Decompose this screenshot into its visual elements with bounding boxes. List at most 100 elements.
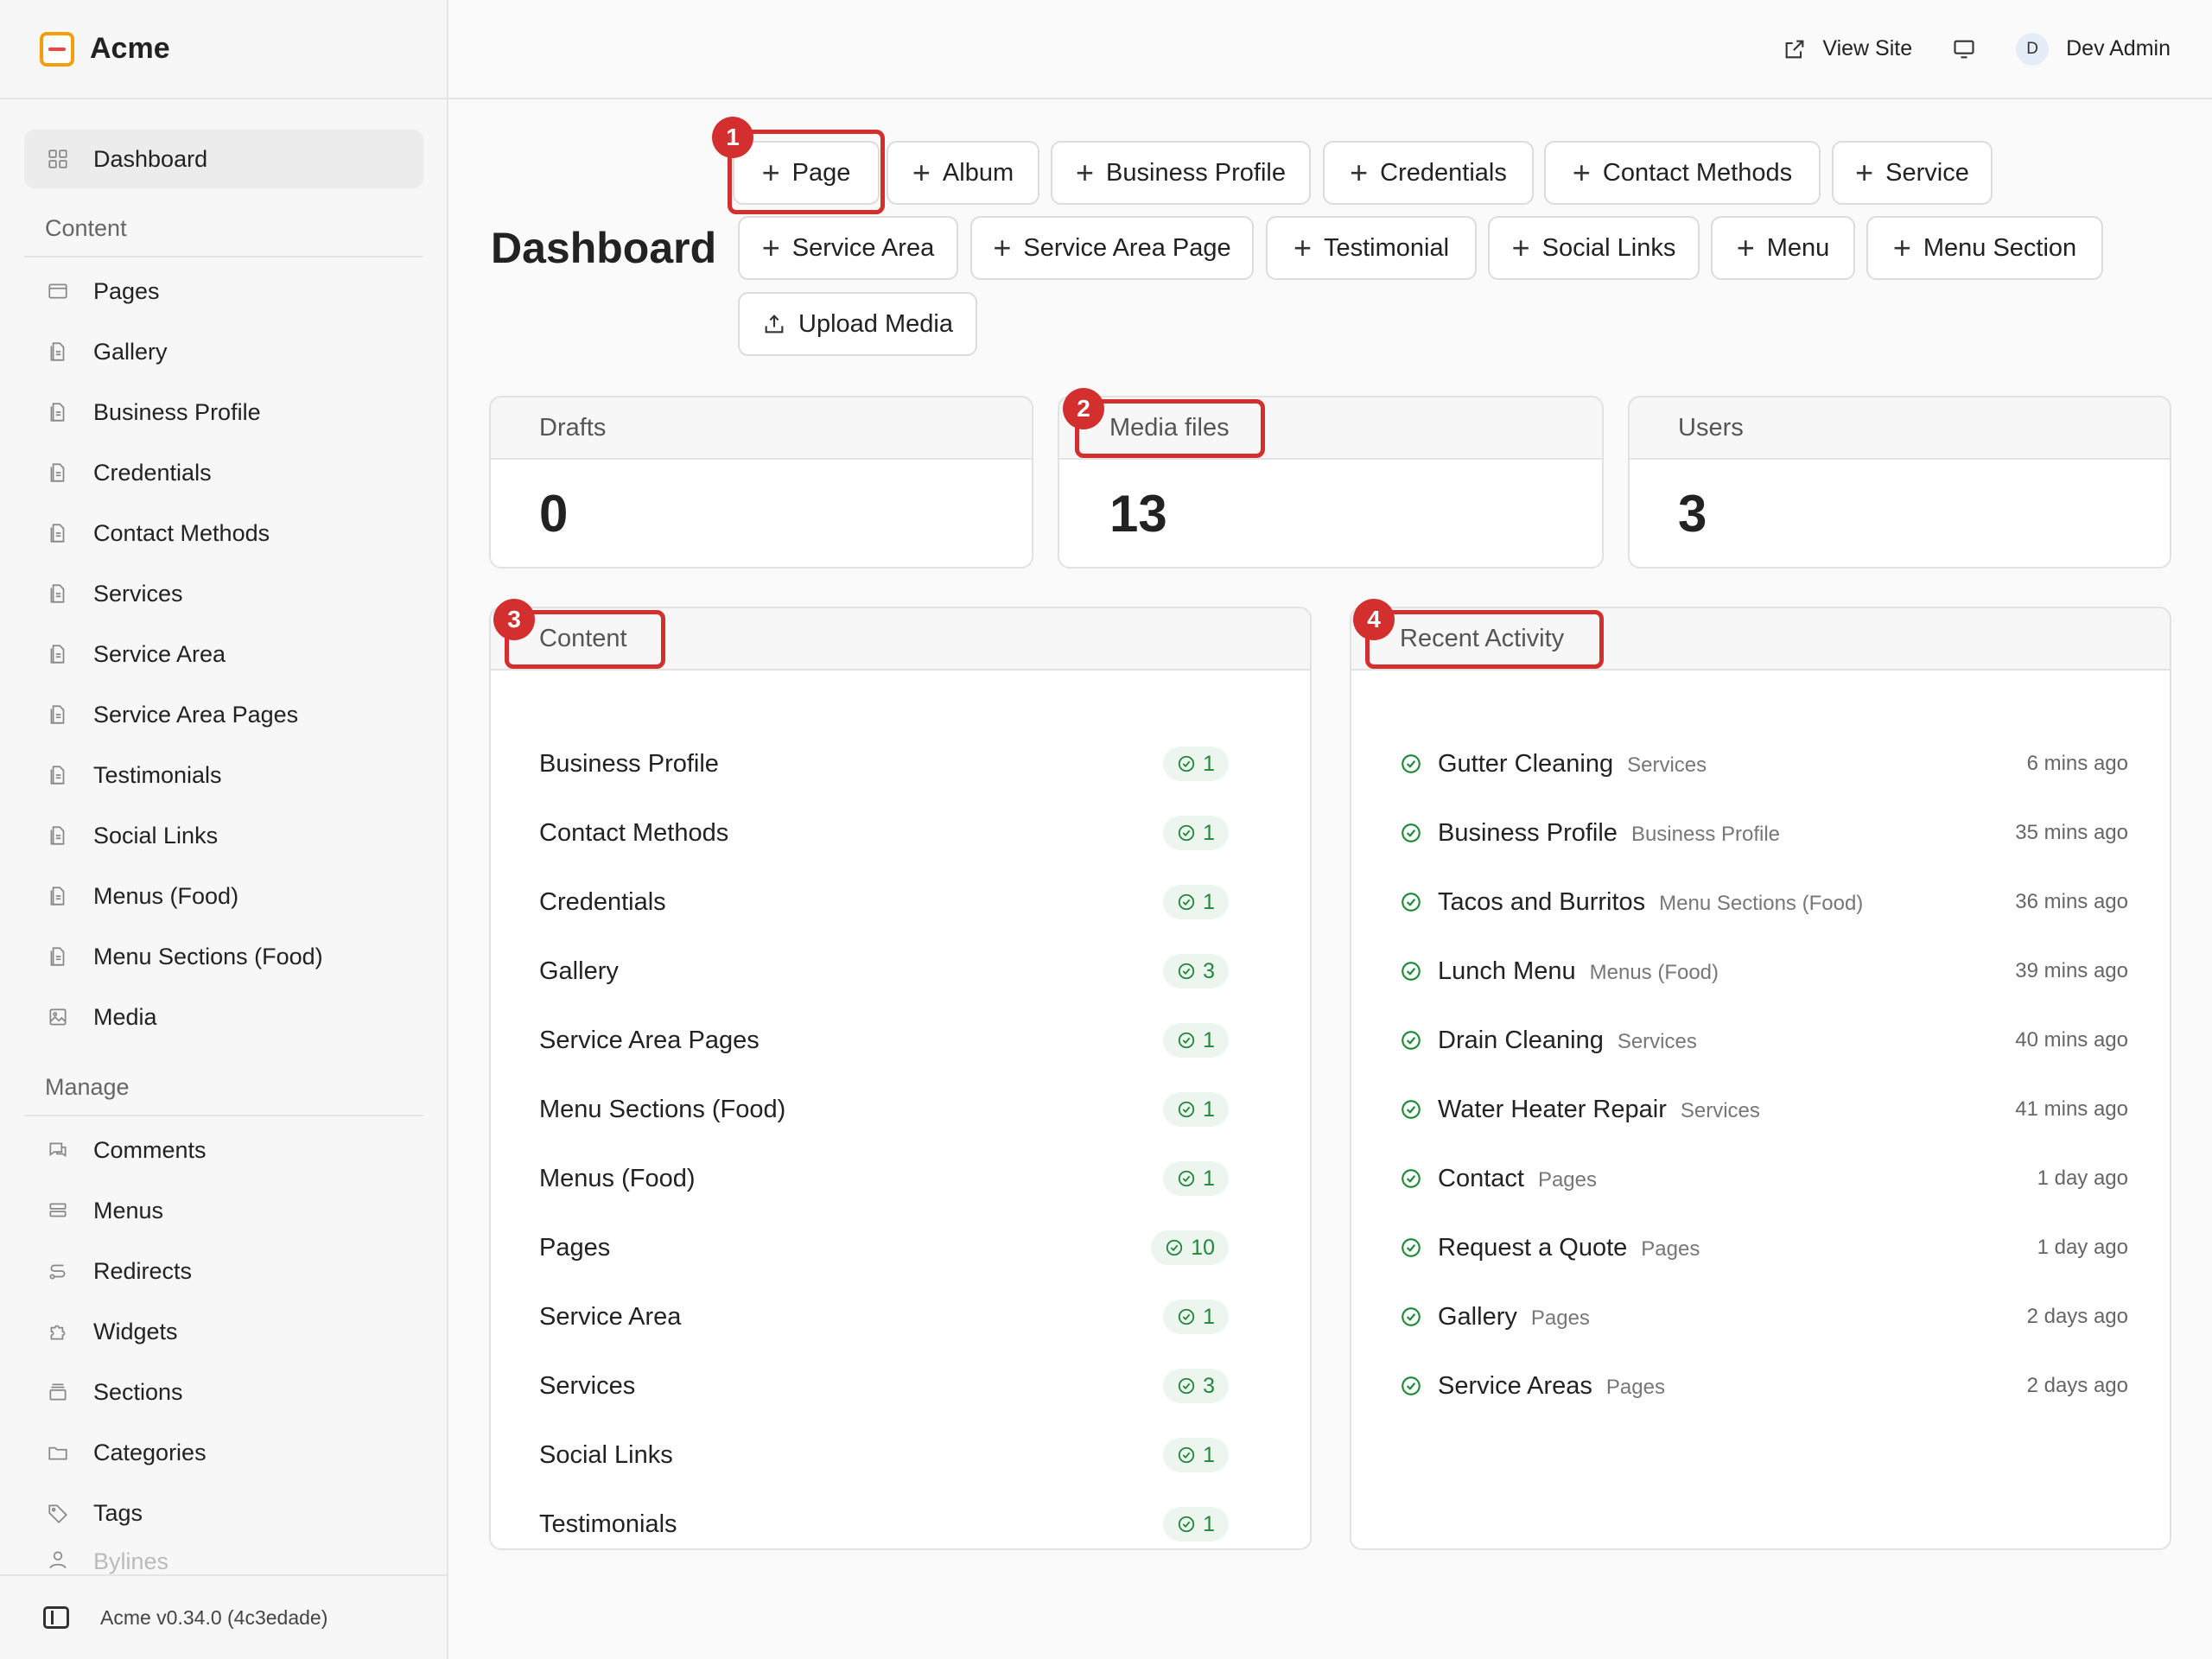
activity-item[interactable]: Lunch Menu Menus (Food) 39 mins ago xyxy=(1351,937,2170,1006)
plus-icon: + xyxy=(1511,230,1530,265)
new-album-button[interactable]: + Album xyxy=(887,141,1039,205)
activity-item[interactable]: Service Areas Pages 2 days ago xyxy=(1351,1351,2170,1421)
activity-item[interactable]: Business Profile Business Profile 35 mins … xyxy=(1351,798,2170,868)
user-menu[interactable]: D Dev Admin xyxy=(2016,32,2171,66)
activity-item[interactable]: Water Heater Repair Services 41 mins ago xyxy=(1351,1075,2170,1144)
sidebar-item-media[interactable]: Media xyxy=(24,987,423,1047)
sidebar-item-label: Tags xyxy=(93,1499,143,1526)
plus-icon: + xyxy=(1076,155,1095,190)
sidebar-item-redirects[interactable]: Redirects xyxy=(24,1241,423,1301)
new-contact-methods-button[interactable]: + Contact Methods xyxy=(1544,141,1821,205)
list-item[interactable]: Service Area Pages 1 xyxy=(491,1006,1310,1075)
list-item[interactable]: Social Links 1 xyxy=(491,1421,1310,1490)
sidebar-item-contact-methods[interactable]: Contact Methods xyxy=(24,503,423,563)
list-item[interactable]: Menu Sections (Food) 1 xyxy=(491,1075,1310,1144)
new-menu-button[interactable]: + Menu xyxy=(1711,216,1855,280)
new-menu-section-button[interactable]: + Menu Section xyxy=(1866,216,2103,280)
activity-item[interactable]: Request a Quote Pages 1 day ago xyxy=(1351,1213,2170,1282)
plus-icon: + xyxy=(1892,230,1911,265)
new-service-button[interactable]: + Service xyxy=(1832,141,1993,205)
document-icon xyxy=(47,885,69,907)
list-item[interactable]: Credentials 1 xyxy=(491,868,1310,937)
callout-box-4 xyxy=(1365,610,1604,669)
document-icon xyxy=(47,401,69,423)
sections-icon xyxy=(47,1381,69,1403)
activity-item[interactable]: Tacos and Burritos Menu Sections (Food) 36… xyxy=(1351,868,2170,937)
sidebar-section-content: Content xyxy=(24,188,423,257)
sidebar-item-social-links[interactable]: Social Links xyxy=(24,805,423,866)
sidebar-item-label: Widgets xyxy=(93,1318,178,1344)
sidebar-item-label: Contact Methods xyxy=(93,519,270,546)
sidebar-item-widgets[interactable]: Widgets xyxy=(24,1301,423,1362)
grid-icon xyxy=(47,148,69,170)
stat-card-drafts: Drafts 0 xyxy=(489,396,1033,569)
list-item[interactable]: Testimonials 1 xyxy=(491,1490,1310,1548)
new-service-area-page-button[interactable]: + Service Area Page xyxy=(970,216,1254,280)
check-circle-icon xyxy=(1402,1238,1421,1257)
check-circle-icon xyxy=(1402,823,1421,842)
list-item[interactable]: Service Area 1 xyxy=(491,1282,1310,1351)
check-circle-icon xyxy=(1178,1446,1195,1464)
check-circle-icon xyxy=(1178,1170,1195,1187)
sidebar-item-label: Dashboard xyxy=(93,145,208,172)
list-item[interactable]: Contact Methods 1 xyxy=(491,798,1310,868)
callout-badge-1: 1 xyxy=(712,117,753,158)
plus-icon: + xyxy=(912,155,931,190)
view-site-link[interactable]: View Site xyxy=(1783,36,1912,61)
sidebar-item-gallery[interactable]: Gallery xyxy=(24,321,423,382)
folder-icon xyxy=(47,1441,69,1464)
sidebar-item-label: Menus (Food) xyxy=(93,882,239,909)
sidebar-item-menu-sections-food[interactable]: Menu Sections (Food) xyxy=(24,926,423,987)
sidebar-item-categories[interactable]: Categories xyxy=(24,1422,423,1483)
sidebar-section-manage: Manage xyxy=(24,1047,423,1116)
new-testimonial-button[interactable]: + Testimonial xyxy=(1266,216,1477,280)
new-social-links-button[interactable]: + Social Links xyxy=(1488,216,1700,280)
sidebar-item-label: Menu Sections (Food) xyxy=(93,943,323,969)
sidebar-toggle-icon[interactable] xyxy=(43,1606,69,1629)
sidebar-item-menus-food[interactable]: Menus (Food) xyxy=(24,866,423,926)
upload-media-button[interactable]: Upload Media xyxy=(738,292,977,356)
preview-button[interactable] xyxy=(1952,37,1976,61)
list-item[interactable]: Services 3 xyxy=(491,1351,1310,1421)
sidebar-item-testimonials[interactable]: Testimonials xyxy=(24,745,423,805)
sidebar-item-services[interactable]: Services xyxy=(24,563,423,624)
sidebar-item-bylines[interactable]: Bylines xyxy=(24,1543,423,1578)
new-business-profile-button[interactable]: + Business Profile xyxy=(1051,141,1311,205)
activity-item[interactable]: Gallery Pages 2 days ago xyxy=(1351,1282,2170,1351)
sidebar-item-service-area[interactable]: Service Area xyxy=(24,624,423,684)
page-title: Dashboard xyxy=(491,224,717,272)
sidebar-item-tags[interactable]: Tags xyxy=(24,1483,423,1543)
sidebar-item-dashboard[interactable]: Dashboard xyxy=(24,130,423,188)
view-site-label: View Site xyxy=(1822,36,1913,60)
document-icon xyxy=(47,461,69,484)
new-service-area-button[interactable]: + Service Area xyxy=(738,216,958,280)
logo-row[interactable]: Acme xyxy=(0,0,447,99)
callout-badge-3: 3 xyxy=(493,599,535,640)
list-item[interactable]: Gallery 3 xyxy=(491,937,1310,1006)
sidebar-item-credentials[interactable]: Credentials xyxy=(24,442,423,503)
check-circle-icon xyxy=(1402,754,1421,773)
check-circle-icon xyxy=(1178,1101,1195,1118)
activity-item[interactable]: Gutter Cleaning Services 6 mins ago xyxy=(1351,729,2170,798)
check-circle-icon xyxy=(1178,755,1195,772)
recent-activity-card: Recent Activity Gutter Cleaning Services 6… xyxy=(1350,607,2171,1550)
sidebar-item-service-area-pages[interactable]: Service Area Pages xyxy=(24,684,423,745)
count-badge: 3 xyxy=(1163,1369,1229,1403)
list-item[interactable]: Menus (Food) 1 xyxy=(491,1144,1310,1213)
activity-item[interactable]: Contact Pages 1 day ago xyxy=(1351,1144,2170,1213)
sidebar-item-pages[interactable]: Pages xyxy=(24,261,423,321)
plus-icon: + xyxy=(1572,155,1591,190)
sidebar-item-label: Pages xyxy=(93,277,160,304)
sidebar-item-comments[interactable]: Comments xyxy=(24,1120,423,1180)
new-credentials-button[interactable]: + Credentials xyxy=(1323,141,1534,205)
list-item[interactable]: Business Profile 1 xyxy=(491,729,1310,798)
sidebar-item-sections[interactable]: Sections xyxy=(24,1362,423,1422)
document-icon xyxy=(47,824,69,847)
sidebar-item-label: Gallery xyxy=(93,338,168,365)
monitor-icon xyxy=(1954,40,1974,58)
sidebar-item-business-profile[interactable]: Business Profile xyxy=(24,382,423,442)
activity-item[interactable]: Drain Cleaning Services 40 mins ago xyxy=(1351,1006,2170,1075)
sidebar-item-menus[interactable]: Menus xyxy=(24,1180,423,1241)
list-item[interactable]: Pages 10 xyxy=(491,1213,1310,1282)
activity-list: Gutter Cleaning Services 6 mins ago Busine… xyxy=(1351,671,2170,1548)
